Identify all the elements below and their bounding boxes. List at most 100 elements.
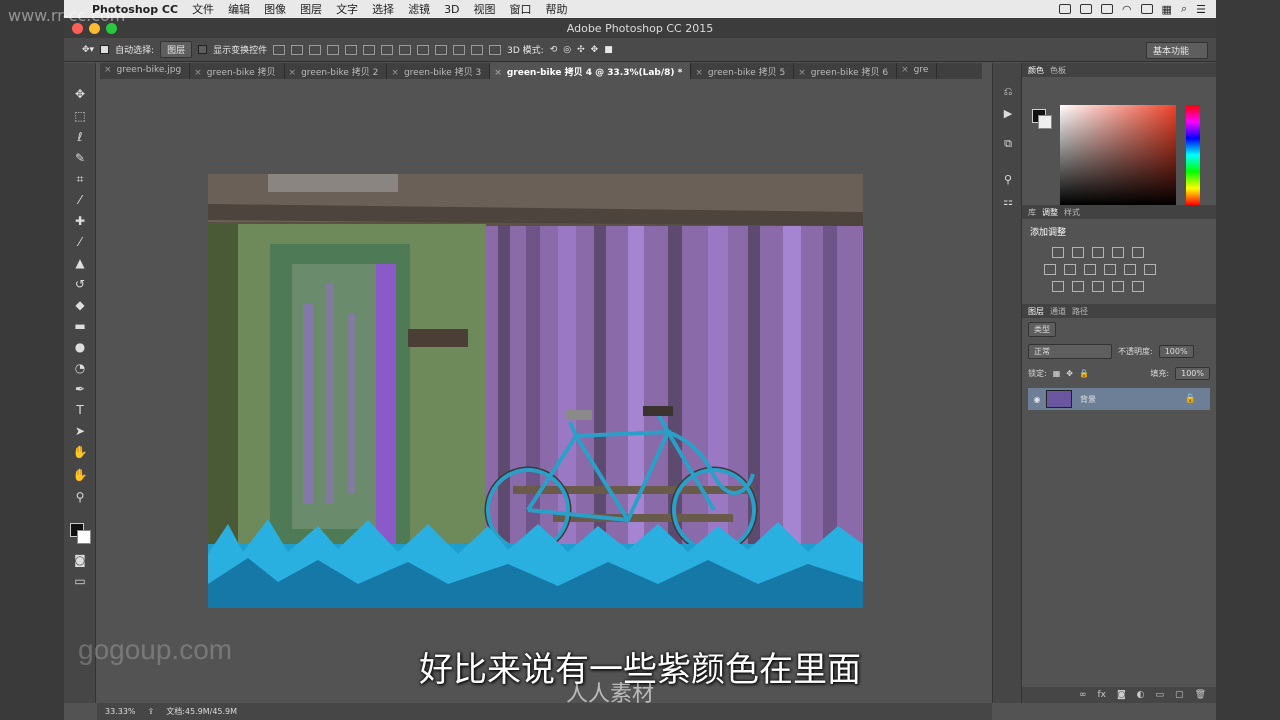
flag-icon[interactable]: ▦: [1162, 3, 1172, 16]
menu-image[interactable]: 图像: [264, 1, 286, 17]
tab-doc-7[interactable]: × green-bike 拷贝 6: [794, 63, 898, 79]
slide-3d-icon[interactable]: ✥: [591, 45, 599, 55]
window-icon[interactable]: [1079, 4, 1092, 14]
brush-tool-icon[interactable]: ⁄: [70, 233, 90, 251]
vibrance-icon[interactable]: [1132, 247, 1144, 258]
history-brush-icon[interactable]: ↺: [70, 275, 90, 293]
align-bottom-icon[interactable]: [309, 44, 322, 55]
menu-help[interactable]: 帮助: [546, 1, 568, 17]
selective-color-icon[interactable]: [1112, 281, 1124, 292]
dodge-tool-icon[interactable]: ◔: [70, 359, 90, 377]
menu-select[interactable]: 选择: [372, 1, 394, 17]
tab-channels[interactable]: 通道: [1050, 306, 1066, 317]
distribute-middle-icon[interactable]: [399, 44, 412, 55]
search-icon[interactable]: ⌕: [1181, 2, 1187, 16]
wifi-icon[interactable]: ◠: [1122, 3, 1132, 16]
close-icon[interactable]: ×: [289, 68, 297, 78]
actions-icon[interactable]: ▶: [1000, 107, 1016, 121]
lock-pixels-icon[interactable]: ▦: [1053, 369, 1061, 378]
menu-file[interactable]: 文件: [192, 1, 214, 17]
auto-select-dropdown[interactable]: 图层: [160, 41, 193, 58]
crop-tool-icon[interactable]: ⌗: [70, 170, 90, 188]
exposure-icon[interactable]: [1112, 247, 1124, 258]
menu-layer[interactable]: 图层: [300, 1, 322, 17]
quick-select-tool-icon[interactable]: ✎: [70, 149, 90, 167]
close-icon[interactable]: ×: [391, 68, 399, 78]
tab-swatches[interactable]: 色板: [1050, 65, 1066, 76]
tab-doc-8[interactable]: × gre: [897, 63, 938, 79]
brush-presets-icon[interactable]: ⚲: [1000, 173, 1016, 187]
tab-layers[interactable]: 图层: [1028, 306, 1044, 317]
background-color[interactable]: [77, 530, 91, 544]
tab-doc-3[interactable]: × green-bike 拷贝 2: [285, 63, 388, 79]
layer-row-background[interactable]: ◉ 背景 🔒: [1028, 388, 1210, 410]
tab-paths[interactable]: 路径: [1072, 306, 1088, 317]
eraser-tool-icon[interactable]: ◆: [70, 296, 90, 314]
color-picker-field[interactable]: [1060, 105, 1176, 205]
tab-libraries[interactable]: 库: [1028, 207, 1036, 218]
black-white-icon[interactable]: [1084, 264, 1096, 275]
channel-mixer-icon[interactable]: [1124, 264, 1136, 275]
path-select-icon[interactable]: ➤: [70, 422, 90, 440]
align-right-icon[interactable]: [363, 44, 376, 55]
new-group-icon[interactable]: ▭: [1156, 690, 1165, 700]
new-adjustment-icon[interactable]: ◐: [1137, 690, 1145, 700]
workspace-dropdown[interactable]: 基本功能: [1145, 42, 1208, 59]
move-tool-icon[interactable]: ✥: [70, 85, 90, 103]
posterize-icon[interactable]: [1072, 281, 1084, 292]
eye-icon[interactable]: ◉: [1028, 395, 1046, 404]
align-middle-icon[interactable]: [291, 44, 304, 55]
align-center-icon[interactable]: [345, 44, 358, 55]
shape-tool-icon[interactable]: ✋: [70, 443, 90, 461]
levels-icon[interactable]: [1072, 247, 1084, 258]
trash-icon[interactable]: 🗑: [1195, 690, 1206, 700]
drag-3d-icon[interactable]: ✣: [577, 45, 585, 55]
screen-icon[interactable]: [1058, 4, 1071, 14]
tab-doc-4[interactable]: × green-bike 拷贝 3: [387, 63, 491, 79]
invert-icon[interactable]: [1052, 281, 1064, 292]
close-icon[interactable]: ×: [695, 68, 703, 78]
zoom-tool-icon[interactable]: ⚲: [70, 488, 90, 506]
auto-align-icon[interactable]: [489, 44, 502, 55]
lock-position-icon[interactable]: ✥: [1066, 369, 1073, 378]
tab-adjustments[interactable]: 调整: [1042, 207, 1058, 218]
distribute-top-icon[interactable]: [381, 44, 394, 55]
auto-select-checkbox[interactable]: [100, 45, 110, 54]
distribute-left-icon[interactable]: [435, 44, 448, 55]
hand-tool-icon[interactable]: ✋: [70, 466, 90, 484]
tab-doc-active[interactable]: × green-bike 拷贝 4 @ 33.3%(Lab/8) *: [490, 63, 692, 79]
menu-edit[interactable]: 编辑: [228, 1, 250, 17]
color-balance-icon[interactable]: [1064, 264, 1076, 275]
opacity-input[interactable]: 100%: [1158, 344, 1194, 358]
menu-3d[interactable]: 3D: [444, 3, 459, 16]
scale-3d-icon[interactable]: ■: [604, 45, 613, 55]
battery-icon[interactable]: [1140, 4, 1153, 14]
stamp-tool-icon[interactable]: ▲: [70, 254, 90, 272]
layer-style-icon[interactable]: fx: [1097, 690, 1106, 700]
hue-slider[interactable]: [1186, 105, 1200, 205]
menu-view[interactable]: 视图: [474, 1, 496, 17]
new-layer-icon[interactable]: ▢: [1175, 690, 1184, 700]
color-lookup-icon[interactable]: [1144, 264, 1156, 275]
roll-3d-icon[interactable]: ◎: [563, 45, 571, 55]
lock-all-icon[interactable]: 🔒: [1079, 369, 1089, 378]
share-icon[interactable]: ⇪: [148, 707, 155, 716]
link-layers-icon[interactable]: ∞: [1079, 690, 1087, 700]
layer-name[interactable]: 背景: [1080, 394, 1096, 405]
panel-background-color[interactable]: [1038, 115, 1052, 129]
lasso-tool-icon[interactable]: ℓ: [70, 128, 90, 146]
brightness-icon[interactable]: [1052, 247, 1064, 258]
distribute-bottom-icon[interactable]: [417, 44, 430, 55]
align-top-icon[interactable]: [273, 44, 286, 55]
quick-mask-icon[interactable]: ◙: [70, 551, 90, 569]
layer-filter-dropdown[interactable]: 类型: [1028, 321, 1056, 337]
close-icon[interactable]: ×: [494, 68, 502, 78]
threshold-icon[interactable]: [1092, 281, 1104, 292]
eyedropper-tool-icon[interactable]: ⁄: [70, 191, 90, 209]
menu-type[interactable]: 文字: [336, 1, 358, 17]
align-left-icon[interactable]: [327, 44, 340, 55]
add-mask-icon[interactable]: ◙: [1117, 690, 1126, 700]
fill-input[interactable]: 100%: [1175, 366, 1210, 380]
tab-styles[interactable]: 样式: [1064, 207, 1080, 218]
zoom-level[interactable]: 33.33%: [105, 707, 136, 716]
